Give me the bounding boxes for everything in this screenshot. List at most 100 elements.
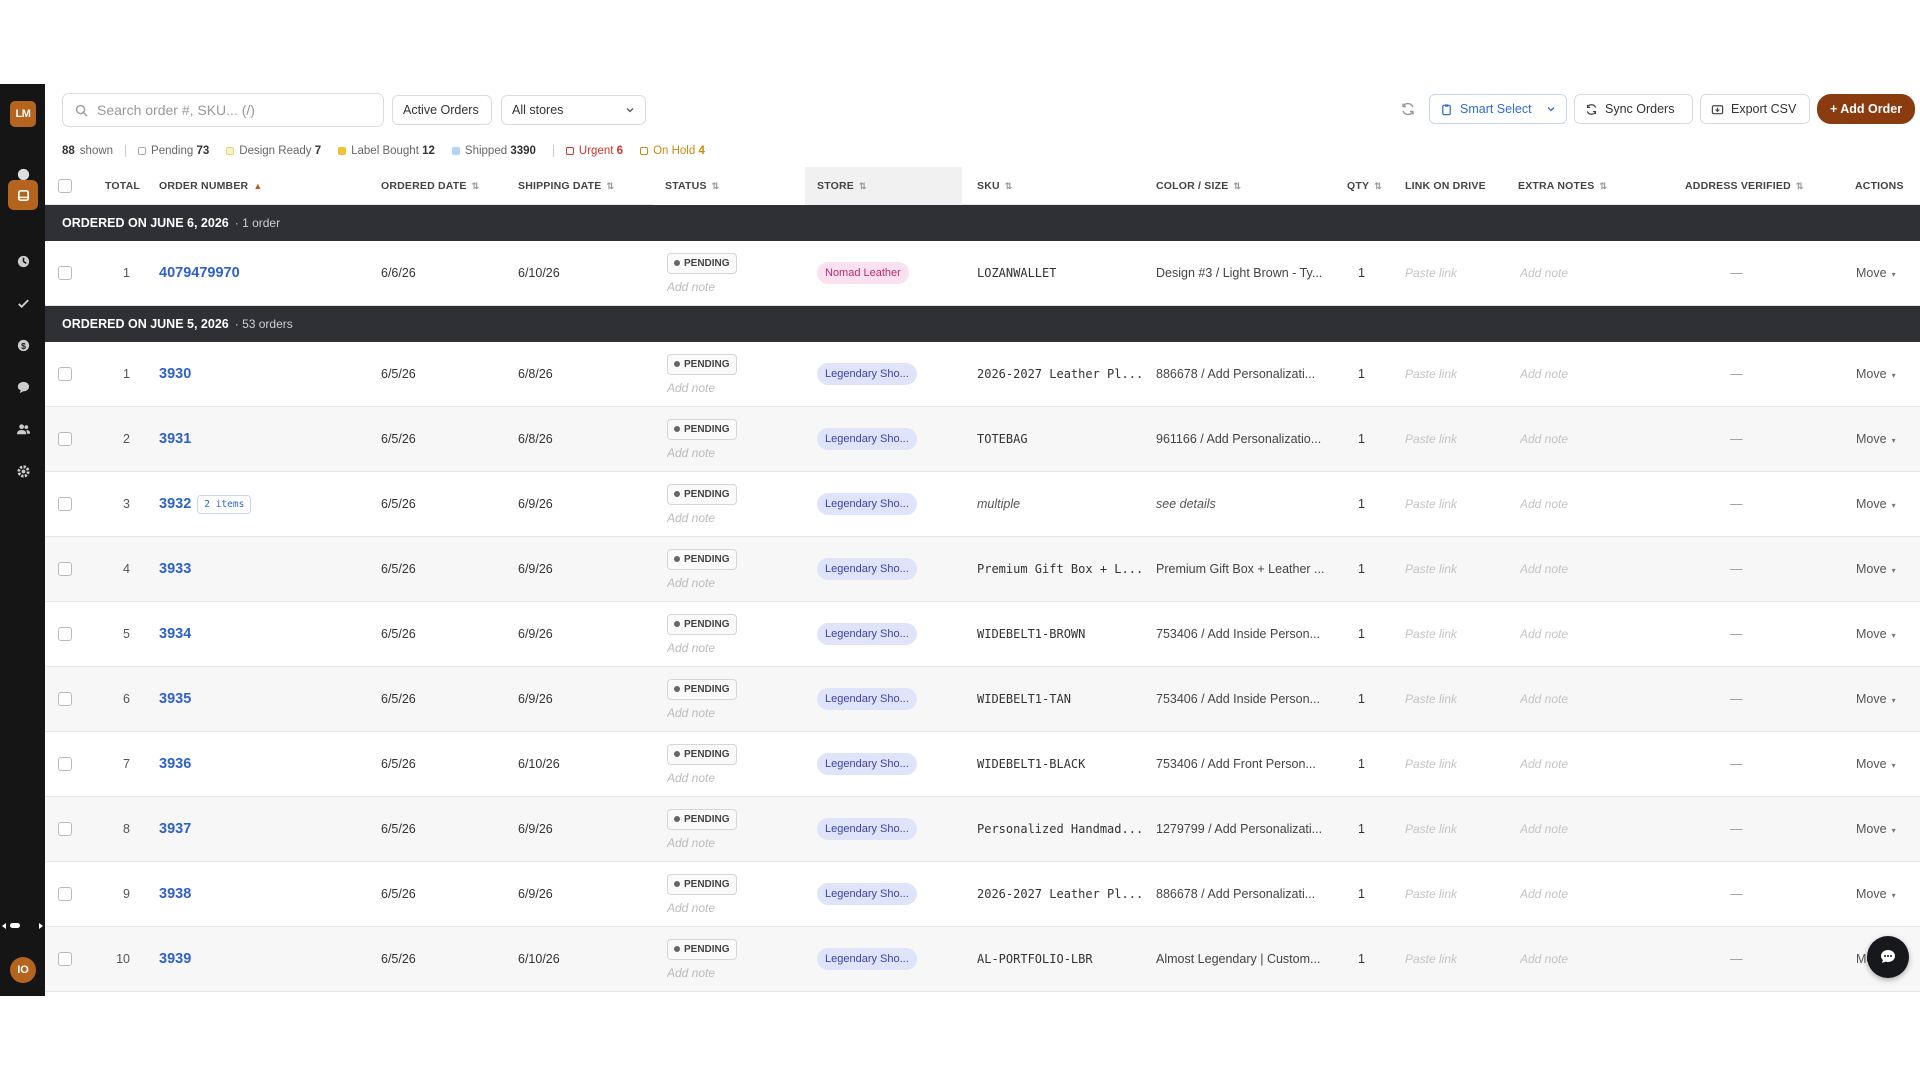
- col-status[interactable]: STATUS ⇅: [665, 167, 719, 205]
- sync-orders-button[interactable]: Sync Orders: [1574, 94, 1693, 124]
- extra-note-input[interactable]: Add note: [1520, 497, 1568, 511]
- users-icon[interactable]: [11, 417, 35, 441]
- extra-note-input[interactable]: Add note: [1520, 822, 1568, 836]
- status-badge[interactable]: PENDING: [667, 678, 737, 700]
- link-on-drive-cell[interactable]: Paste link: [1405, 407, 1457, 471]
- order-number-link[interactable]: 3933: [159, 561, 191, 577]
- order-number-link[interactable]: 3937: [159, 821, 191, 837]
- status-badge[interactable]: PENDING: [667, 743, 737, 765]
- extra-note-input[interactable]: Add note: [1520, 266, 1568, 280]
- row-checkbox[interactable]: [58, 537, 72, 601]
- link-input[interactable]: Paste link: [1405, 432, 1457, 446]
- extra-note-input[interactable]: Add note: [1520, 627, 1568, 641]
- move-button[interactable]: Move ▾: [1856, 627, 1896, 641]
- link-input[interactable]: Paste link: [1405, 822, 1457, 836]
- move-button[interactable]: Move ▾: [1856, 497, 1896, 511]
- order-number-link[interactable]: 3938: [159, 886, 191, 902]
- col-extra-notes[interactable]: EXTRA NOTES ⇅: [1518, 167, 1607, 205]
- search-input[interactable]: [97, 102, 377, 118]
- move-button[interactable]: Move ▾: [1856, 562, 1896, 576]
- order-number-link[interactable]: 3930: [159, 366, 191, 382]
- user-avatar[interactable]: IO: [10, 957, 36, 983]
- extra-note-input[interactable]: Add note: [1520, 757, 1568, 771]
- status-badge[interactable]: PENDING: [667, 613, 737, 635]
- move-button[interactable]: Move ▾: [1856, 822, 1896, 836]
- link-input[interactable]: Paste link: [1405, 367, 1457, 381]
- table-row[interactable]: 2 3931 6/5/26 6/8/26 PENDING Add note Legendar…: [45, 407, 1920, 472]
- link-on-drive-cell[interactable]: Paste link: [1405, 342, 1457, 406]
- orders-icon[interactable]: [8, 180, 38, 210]
- table-row[interactable]: 7 3936 6/5/26 6/10/26 PENDING Add note Legenda…: [45, 732, 1920, 797]
- move-button[interactable]: Move ▾: [1856, 432, 1896, 446]
- move-button[interactable]: Move ▾: [1856, 757, 1896, 771]
- table-row[interactable]: 1 3930 6/5/26 6/8/26 PENDING Add note Legendar…: [45, 342, 1920, 407]
- link-on-drive-cell[interactable]: Paste link: [1405, 927, 1457, 991]
- row-checkbox[interactable]: [58, 602, 72, 666]
- group-header[interactable]: ORDERED ON JUNE 6, 2026 · 1 order: [45, 205, 1920, 241]
- extra-notes-cell[interactable]: Add note: [1520, 732, 1568, 796]
- shipped-filter-chip[interactable]: Shipped 3390: [451, 145, 541, 157]
- order-number-link[interactable]: 3935: [159, 691, 191, 707]
- status-badge[interactable]: PENDING: [667, 353, 737, 375]
- select-all-checkbox[interactable]: [58, 167, 72, 205]
- col-store[interactable]: STORE ⇅: [817, 167, 867, 205]
- link-input[interactable]: Paste link: [1405, 952, 1457, 966]
- order-number-link[interactable]: 3939: [159, 951, 191, 967]
- link-on-drive-cell[interactable]: Paste link: [1405, 472, 1457, 536]
- link-input[interactable]: Paste link: [1405, 266, 1457, 280]
- order-number-link[interactable]: 3936: [159, 756, 191, 772]
- status-badge[interactable]: PENDING: [667, 252, 737, 274]
- status-badge[interactable]: PENDING: [667, 483, 737, 505]
- chat-widget-button[interactable]: [1867, 936, 1909, 978]
- table-row[interactable]: 6 3935 6/5/26 6/9/26 PENDING Add note Legendar…: [45, 667, 1920, 732]
- settings-icon[interactable]: [11, 459, 35, 483]
- col-ordered-date[interactable]: ORDERED DATE ⇅: [381, 167, 479, 205]
- col-link-on-drive[interactable]: LINK ON DRIVE: [1405, 167, 1486, 205]
- search-box[interactable]: [62, 93, 384, 127]
- link-input[interactable]: Paste link: [1405, 757, 1457, 771]
- col-order-number[interactable]: ORDER NUMBER ▲: [159, 167, 262, 205]
- table-row[interactable]: 1 4079479970 6/6/26 6/10/26 PENDING Add note N…: [45, 241, 1920, 306]
- status-badge[interactable]: PENDING: [667, 873, 737, 895]
- design-ready-filter-chip[interactable]: Design Ready 7: [226, 145, 326, 157]
- link-input[interactable]: Paste link: [1405, 497, 1457, 511]
- export-csv-button[interactable]: Export CSV: [1700, 94, 1810, 124]
- link-input[interactable]: Paste link: [1405, 627, 1457, 641]
- on-hold-filter-chip[interactable]: On Hold 4: [640, 145, 710, 157]
- table-row[interactable]: 5 3934 6/5/26 6/9/26 PENDING Add note Legendar…: [45, 602, 1920, 667]
- row-checkbox[interactable]: [58, 407, 72, 471]
- status-add-note[interactable]: Add note: [667, 381, 715, 395]
- row-checkbox[interactable]: [58, 732, 72, 796]
- table-row[interactable]: 3 3932 2 items 6/5/26 6/9/26 PENDING Add note L…: [45, 472, 1920, 537]
- row-checkbox[interactable]: [58, 797, 72, 861]
- link-on-drive-cell[interactable]: Paste link: [1405, 667, 1457, 731]
- status-add-note[interactable]: Add note: [667, 641, 715, 655]
- pending-filter-chip[interactable]: Pending 73: [138, 145, 214, 157]
- status-add-note[interactable]: Add note: [667, 771, 715, 785]
- status-add-note[interactable]: Add note: [667, 576, 715, 590]
- move-button[interactable]: Move ▾: [1856, 266, 1896, 280]
- extra-note-input[interactable]: Add note: [1520, 887, 1568, 901]
- status-add-note[interactable]: Add note: [667, 280, 715, 294]
- dollar-icon[interactable]: $: [11, 333, 35, 357]
- status-badge[interactable]: PENDING: [667, 808, 737, 830]
- store-select[interactable]: All stores: [501, 95, 646, 125]
- link-on-drive-cell[interactable]: Paste link: [1405, 241, 1457, 305]
- col-address-verified[interactable]: ADDRESS VERIFIED ⇅: [1685, 167, 1804, 205]
- link-input[interactable]: Paste link: [1405, 692, 1457, 706]
- status-add-note[interactable]: Add note: [667, 706, 715, 720]
- col-total[interactable]: TOTAL: [105, 167, 140, 205]
- link-on-drive-cell[interactable]: Paste link: [1405, 602, 1457, 666]
- active-orders-filter[interactable]: Active Orders: [392, 95, 492, 125]
- col-qty[interactable]: QTY ⇅: [1347, 167, 1382, 205]
- chat-icon[interactable]: [11, 375, 35, 399]
- status-badge[interactable]: PENDING: [667, 938, 737, 960]
- extra-note-input[interactable]: Add note: [1520, 692, 1568, 706]
- extra-notes-cell[interactable]: Add note: [1520, 537, 1568, 601]
- move-button[interactable]: Move ▾: [1856, 887, 1896, 901]
- row-checkbox[interactable]: [58, 472, 72, 536]
- check-icon[interactable]: [11, 291, 35, 315]
- order-number-link[interactable]: 3934: [159, 626, 191, 642]
- link-on-drive-cell[interactable]: Paste link: [1405, 862, 1457, 926]
- status-add-note[interactable]: Add note: [667, 836, 715, 850]
